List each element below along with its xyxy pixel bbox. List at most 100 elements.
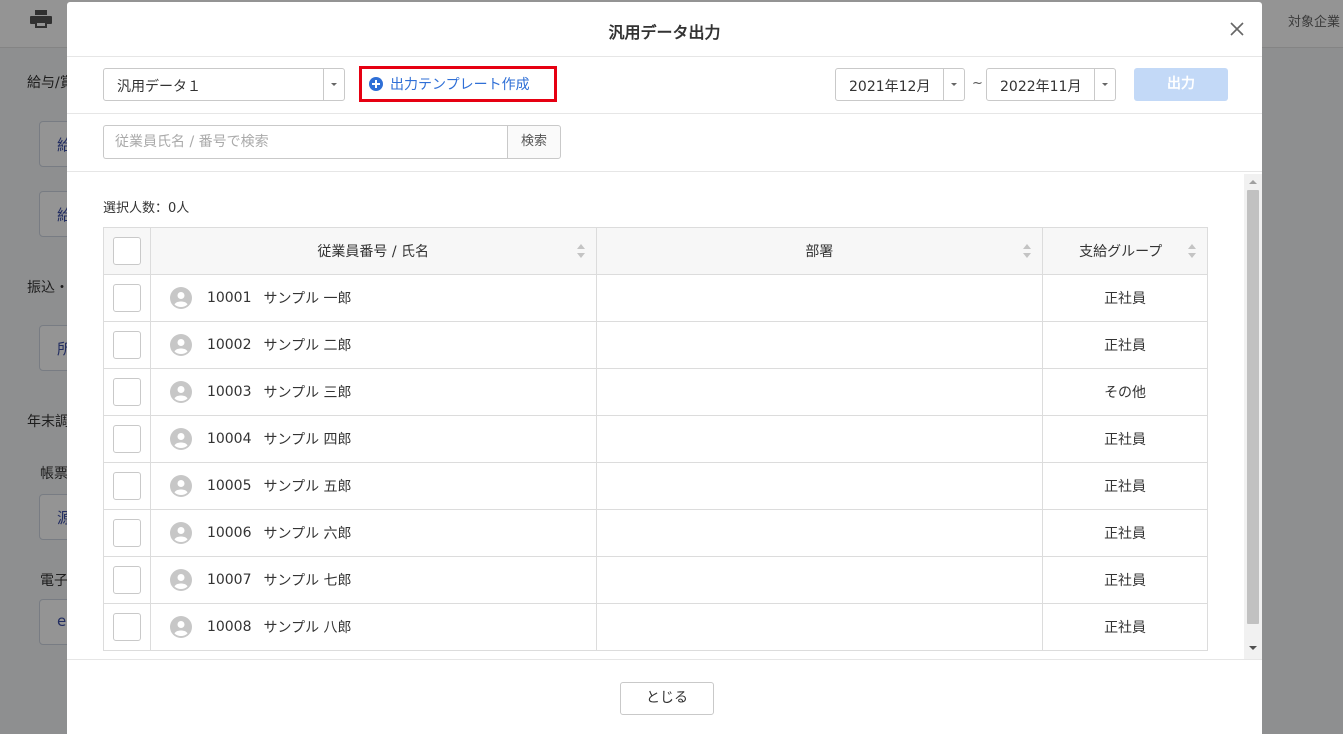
export-modal: 汎用データ出力 汎用データ１ 出力テンプレート作成 2021年12月 ~ 202… bbox=[67, 2, 1262, 734]
scrollbar-thumb[interactable] bbox=[1247, 190, 1259, 624]
employee-number: 10006 bbox=[206, 525, 252, 541]
chevron-down-icon[interactable] bbox=[1094, 69, 1115, 100]
employee-cell: 10007 サンプル 七郎 bbox=[151, 557, 597, 603]
row-checkbox-cell bbox=[104, 557, 151, 603]
chevron-down-icon[interactable] bbox=[943, 69, 964, 100]
group-value: 正社員 bbox=[1104, 479, 1147, 495]
create-template-label: 出力テンプレート作成 bbox=[390, 77, 530, 93]
row-checkbox-cell bbox=[104, 604, 151, 650]
date-from-select[interactable]: 2021年12月 bbox=[835, 68, 965, 101]
avatar-icon bbox=[169, 287, 192, 309]
table-row[interactable]: 10002 サンプル 二郎 正社員 bbox=[104, 322, 1208, 369]
avatar-icon bbox=[169, 522, 192, 544]
select-all-checkbox[interactable] bbox=[112, 237, 141, 265]
group-cell: 正社員 bbox=[1043, 322, 1208, 368]
close-icon[interactable] bbox=[1227, 19, 1247, 39]
group-value: 正社員 bbox=[1104, 338, 1147, 354]
employee-cell: 10006 サンプル 六郎 bbox=[151, 510, 597, 556]
employee-number: 10008 bbox=[206, 619, 252, 635]
row-checkbox[interactable] bbox=[112, 566, 141, 594]
header-department[interactable]: 部署 bbox=[597, 228, 1044, 274]
table-row[interactable]: 10003 サンプル 三郎 その他 bbox=[104, 369, 1208, 416]
row-checkbox[interactable] bbox=[112, 284, 141, 312]
employee-number: 10004 bbox=[206, 431, 252, 447]
header-department-label: 部署 bbox=[805, 244, 834, 260]
department-cell bbox=[597, 557, 1044, 603]
scroll-up-icon[interactable] bbox=[1247, 177, 1259, 187]
group-cell: 正社員 bbox=[1043, 557, 1208, 603]
sort-icon[interactable] bbox=[1022, 243, 1032, 259]
avatar-icon bbox=[169, 616, 192, 638]
department-cell bbox=[597, 463, 1044, 509]
employee-table: 従業員番号 / 氏名 部署 支給グループ 10001 サンプル 一郎 正社員 1… bbox=[103, 227, 1208, 651]
search-input[interactable] bbox=[103, 125, 508, 159]
avatar-icon bbox=[169, 475, 192, 497]
search-button[interactable]: 検索 bbox=[507, 125, 561, 159]
modal-footer: とじる bbox=[67, 659, 1262, 734]
table-header-row: 従業員番号 / 氏名 部署 支給グループ bbox=[104, 228, 1208, 275]
row-checkbox[interactable] bbox=[112, 331, 141, 359]
row-checkbox-cell bbox=[104, 416, 151, 462]
modal-title: 汎用データ出力 bbox=[608, 23, 721, 42]
search-row: 検索 bbox=[67, 115, 1262, 172]
employee-name: サンプル 四郎 bbox=[263, 432, 352, 448]
employee-name: サンプル 三郎 bbox=[263, 385, 352, 401]
avatar-icon bbox=[169, 428, 192, 450]
table-row[interactable]: 10008 サンプル 八郎 正社員 bbox=[104, 604, 1208, 651]
row-checkbox[interactable] bbox=[112, 425, 141, 453]
table-row[interactable]: 10005 サンプル 五郎 正社員 bbox=[104, 463, 1208, 510]
table-row[interactable]: 10001 サンプル 一郎 正社員 bbox=[104, 275, 1208, 322]
employee-name: サンプル 五郎 bbox=[263, 479, 352, 495]
date-to-value: 2022年11月 bbox=[1000, 79, 1082, 95]
date-to-select[interactable]: 2022年11月 bbox=[986, 68, 1116, 101]
table-row[interactable]: 10004 サンプル 四郎 正社員 bbox=[104, 416, 1208, 463]
header-employee[interactable]: 従業員番号 / 氏名 bbox=[151, 228, 597, 274]
employee-cell: 10003 サンプル 三郎 bbox=[151, 369, 597, 415]
data-type-select[interactable]: 汎用データ１ bbox=[103, 68, 345, 101]
chevron-down-icon[interactable] bbox=[323, 69, 344, 100]
scroll-down-icon[interactable] bbox=[1247, 643, 1259, 653]
employee-name: サンプル 七郎 bbox=[263, 573, 352, 589]
modal-header: 汎用データ出力 bbox=[67, 2, 1262, 57]
group-value: 正社員 bbox=[1104, 526, 1147, 542]
create-template-link[interactable]: 出力テンプレート作成 bbox=[359, 66, 557, 102]
row-checkbox-cell bbox=[104, 463, 151, 509]
department-cell bbox=[597, 416, 1044, 462]
department-cell bbox=[597, 604, 1044, 650]
employee-name: サンプル 二郎 bbox=[263, 338, 352, 354]
employee-number: 10002 bbox=[206, 337, 252, 353]
row-checkbox[interactable] bbox=[112, 378, 141, 406]
header-group[interactable]: 支給グループ bbox=[1043, 228, 1208, 274]
employee-cell: 10001 サンプル 一郎 bbox=[151, 275, 597, 321]
close-button[interactable]: とじる bbox=[620, 682, 714, 715]
employee-name: サンプル 六郎 bbox=[263, 526, 352, 542]
sort-icon[interactable] bbox=[1187, 243, 1197, 259]
row-checkbox-cell bbox=[104, 275, 151, 321]
table-row[interactable]: 10007 サンプル 七郎 正社員 bbox=[104, 557, 1208, 604]
avatar-icon bbox=[169, 381, 192, 403]
group-cell: 正社員 bbox=[1043, 510, 1208, 556]
row-checkbox[interactable] bbox=[112, 613, 141, 641]
sort-icon[interactable] bbox=[576, 243, 586, 259]
table-row[interactable]: 10006 サンプル 六郎 正社員 bbox=[104, 510, 1208, 557]
group-cell: その他 bbox=[1043, 369, 1208, 415]
group-value: その他 bbox=[1104, 385, 1147, 401]
header-group-label: 支給グループ bbox=[1079, 244, 1163, 260]
employee-cell: 10005 サンプル 五郎 bbox=[151, 463, 597, 509]
modal-toolbar: 汎用データ１ 出力テンプレート作成 2021年12月 ~ 2022年11月 出力 bbox=[67, 58, 1262, 114]
employee-cell: 10004 サンプル 四郎 bbox=[151, 416, 597, 462]
row-checkbox-cell bbox=[104, 322, 151, 368]
group-value: 正社員 bbox=[1104, 432, 1147, 448]
output-button[interactable]: 出力 bbox=[1134, 68, 1228, 101]
row-checkbox[interactable] bbox=[112, 472, 141, 500]
group-value: 正社員 bbox=[1104, 620, 1147, 636]
row-checkbox[interactable] bbox=[112, 519, 141, 547]
employee-number: 10001 bbox=[206, 290, 252, 306]
data-type-value: 汎用データ１ bbox=[117, 79, 201, 95]
group-value: 正社員 bbox=[1104, 573, 1147, 589]
employee-name: サンプル 一郎 bbox=[263, 291, 352, 307]
employee-name: サンプル 八郎 bbox=[263, 620, 352, 636]
group-value: 正社員 bbox=[1104, 291, 1147, 307]
group-cell: 正社員 bbox=[1043, 604, 1208, 650]
department-cell bbox=[597, 322, 1044, 368]
